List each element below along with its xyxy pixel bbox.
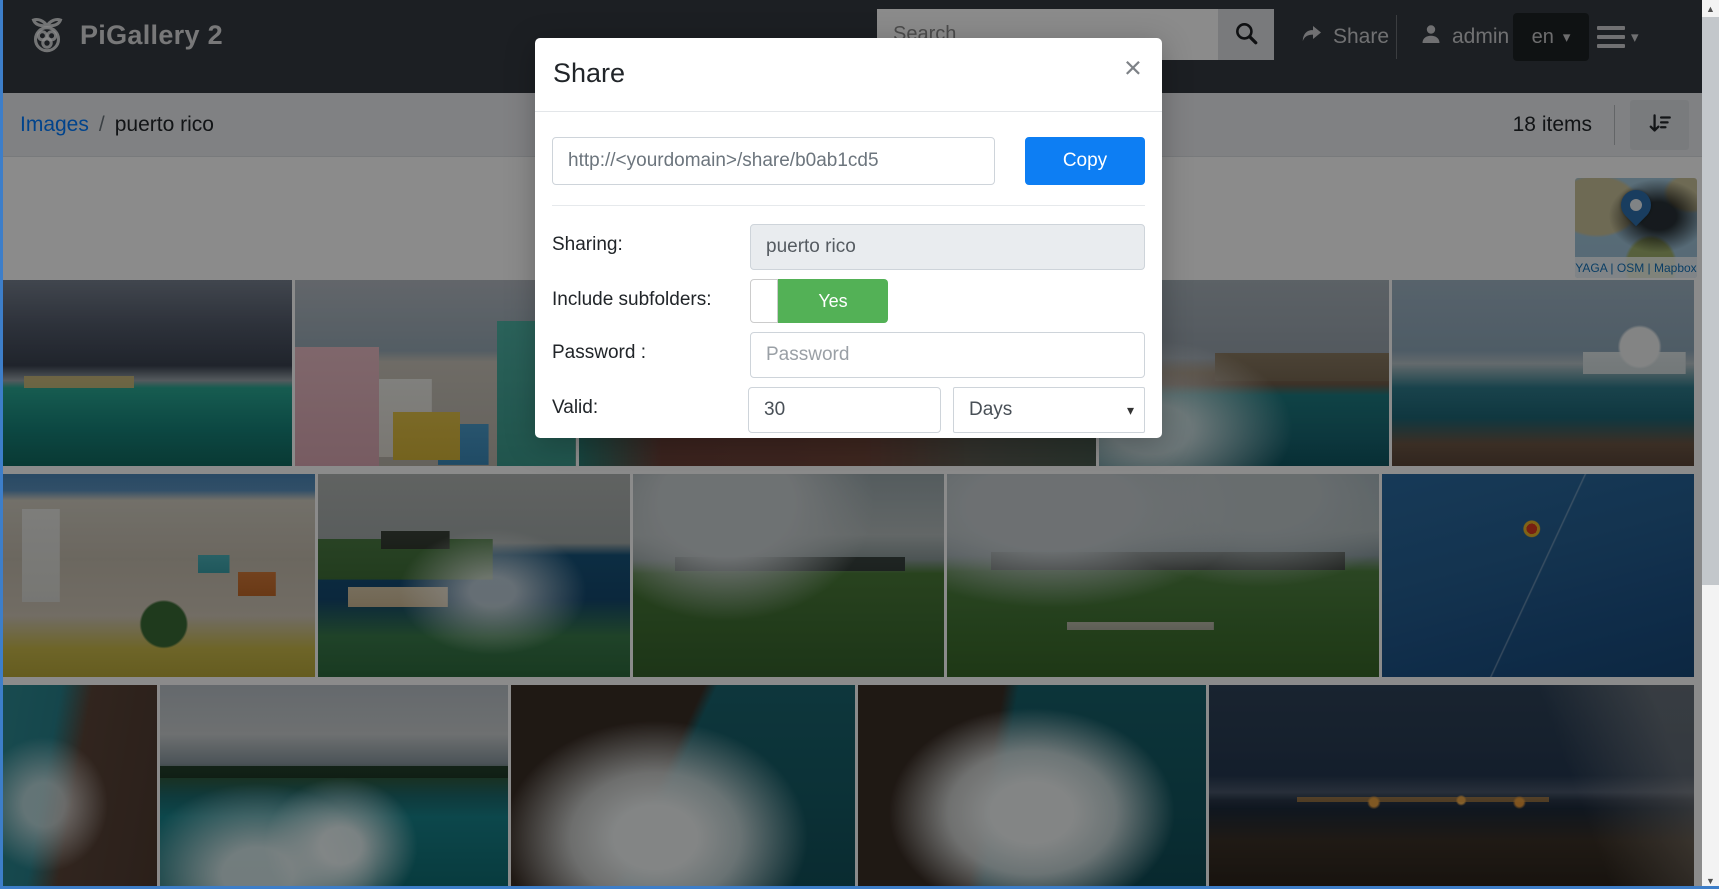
valid-unit-select[interactable]: Days ▾ [953,387,1145,433]
pigallery-app: PiGallery 2 Share admin en ▾ [0,0,1719,889]
dialog-title: Share [553,58,1144,89]
close-icon[interactable]: × [1124,52,1142,83]
share-dialog-header: Share × [535,38,1162,112]
scroll-up-arrow-icon[interactable]: ▲ [1702,0,1719,17]
valid-unit-value: Days [969,399,1012,421]
password-label: Password : [552,332,750,378]
share-dialog: Share × Copy Sharing: Include subfolders… [535,38,1162,438]
share-url-input[interactable] [552,137,995,185]
copy-button[interactable]: Copy [1025,137,1145,185]
share-dialog-body: Copy Sharing: Include subfolders: Yes [535,112,1162,459]
window-border-left [0,0,3,889]
sharing-label: Sharing: [552,224,750,270]
select-caret-icon: ▾ [1127,402,1134,419]
sharing-name-input [750,224,1145,270]
scrollbar-thumb[interactable] [1702,17,1719,585]
subfolders-no-button[interactable] [750,279,778,323]
browser-scrollbar[interactable]: ▲ ▼ [1702,0,1719,889]
include-subfolders-toggle: Yes [750,279,1145,323]
valid-amount-input[interactable] [748,387,941,433]
include-subfolders-label: Include subfolders: [552,279,750,323]
password-input[interactable] [750,332,1145,378]
subfolders-yes-button[interactable]: Yes [778,279,888,323]
dialog-divider [552,205,1145,206]
valid-label: Valid: [552,387,748,433]
